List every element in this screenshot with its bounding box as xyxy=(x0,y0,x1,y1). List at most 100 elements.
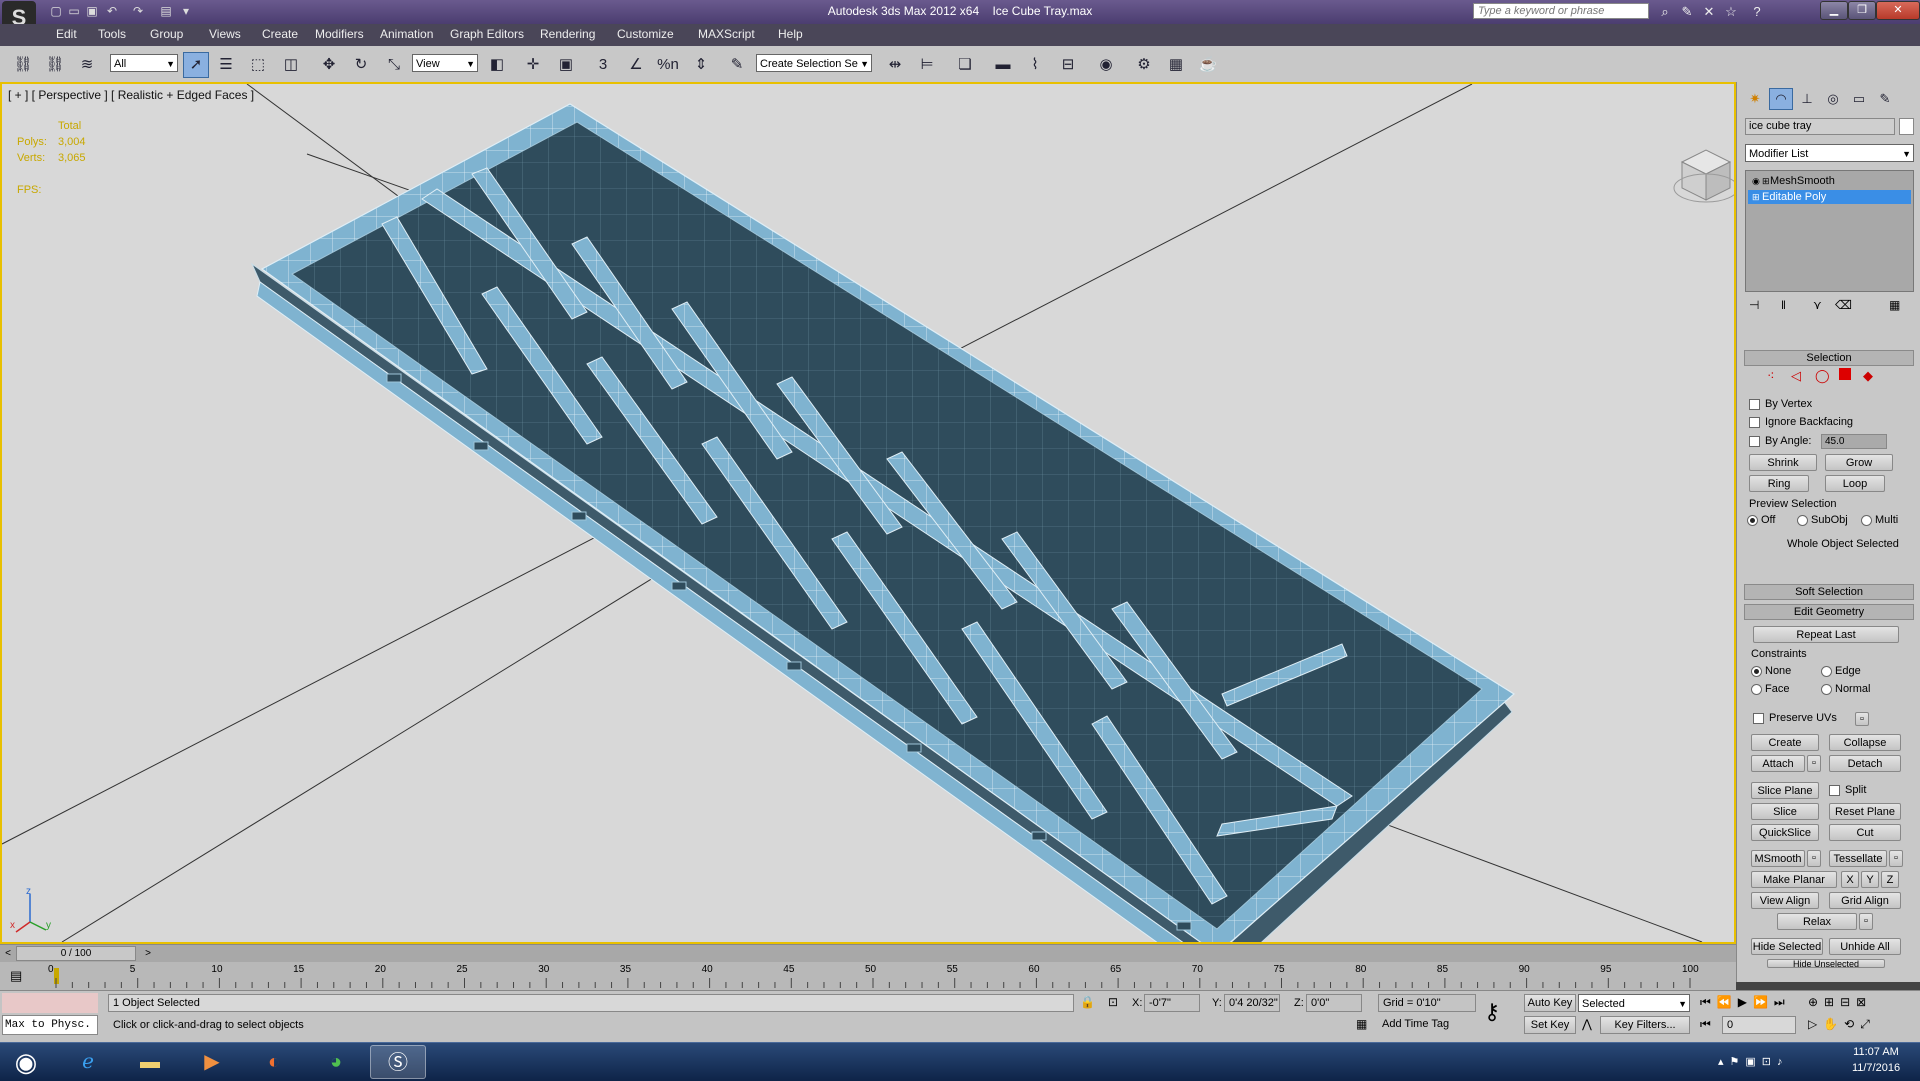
tessellate-button[interactable]: Tessellate xyxy=(1829,850,1887,867)
utilities-tab-icon[interactable]: ✎ xyxy=(1873,88,1897,110)
viewport-label[interactable]: [ + ] [ Perspective ] [ Realistic + Edge… xyxy=(8,88,254,102)
polygon-subobject-icon[interactable] xyxy=(1839,368,1851,380)
create-button[interactable]: Create xyxy=(1751,734,1819,751)
motion-tab-icon[interactable]: ◎ xyxy=(1821,88,1845,110)
menu-views[interactable]: Views xyxy=(209,27,241,41)
add-time-tag-label[interactable]: Add Time Tag xyxy=(1382,1018,1449,1030)
preview-multi-radio[interactable] xyxy=(1861,515,1872,526)
cut-button[interactable]: Cut xyxy=(1829,824,1901,841)
curve-editor-icon[interactable]: ⌇ xyxy=(1022,52,1048,78)
project-folder-icon[interactable]: ▤ xyxy=(158,3,174,19)
edit-geometry-rollout-header[interactable]: Edit Geometry xyxy=(1744,604,1914,620)
constraint-edge-radio[interactable] xyxy=(1821,666,1832,677)
modify-tab-icon[interactable]: ◠ xyxy=(1769,88,1793,110)
tessellate-settings-button[interactable]: ▫ xyxy=(1889,850,1903,867)
align-icon[interactable]: ⊨ xyxy=(914,52,940,78)
viewport-nav-controls-top[interactable]: ⊕⊞⊟⊠ xyxy=(1808,995,1872,1009)
preserve-uvs-checkbox[interactable] xyxy=(1753,713,1764,724)
constraint-face-radio[interactable] xyxy=(1751,684,1762,695)
vertex-subobject-icon[interactable]: ⁖ xyxy=(1767,368,1775,384)
by-vertex-checkbox[interactable] xyxy=(1749,399,1760,410)
mirror-icon[interactable]: ⇹ xyxy=(882,52,908,78)
maximize-button[interactable]: ❐ xyxy=(1848,1,1876,20)
expand-plus-icon[interactable]: ⊞ xyxy=(1752,190,1760,204)
open-file-icon[interactable]: ▭ xyxy=(66,3,82,19)
key-filter-icon[interactable]: ⋀ xyxy=(1582,1017,1592,1031)
select-and-link-icon[interactable]: ⛓ xyxy=(10,52,36,78)
redo-icon[interactable]: ↷ xyxy=(130,3,146,19)
menu-edit[interactable]: Edit xyxy=(56,27,77,41)
x-coord-field[interactable]: -0'7" xyxy=(1144,994,1200,1012)
expand-plus-icon[interactable]: ⊞ xyxy=(1762,174,1770,188)
configure-modifier-sets-icon[interactable]: ▦ xyxy=(1889,298,1900,312)
menu-create[interactable]: Create xyxy=(262,27,298,41)
element-subobject-icon[interactable]: ◆ xyxy=(1863,368,1873,384)
system-tray-icons[interactable]: ▴⚑▣⊡♪ xyxy=(1718,1055,1789,1068)
select-by-name-icon[interactable]: ☰ xyxy=(213,52,239,78)
undo-icon[interactable]: ↶ xyxy=(104,3,120,19)
show-end-result-icon[interactable]: ‖ xyxy=(1781,298,1786,312)
preview-off-radio[interactable] xyxy=(1747,515,1758,526)
playback-controls[interactable]: ⏮⏪▶⏩⏭ xyxy=(1700,995,1791,1010)
3dsmax-taskbar-icon[interactable]: Ⓢ xyxy=(370,1045,426,1079)
constraint-normal-radio[interactable] xyxy=(1821,684,1832,695)
unlink-selection-icon[interactable]: ⛓ xyxy=(42,52,68,78)
constraint-none-radio[interactable] xyxy=(1751,666,1762,677)
pin-stack-icon[interactable]: ⊣ xyxy=(1749,298,1759,312)
menu-animation[interactable]: Animation xyxy=(380,27,433,41)
modifier-list-dropdown[interactable]: Modifier List ▼ xyxy=(1745,144,1914,162)
collapse-button[interactable]: Collapse xyxy=(1829,734,1901,751)
view-align-button[interactable]: View Align xyxy=(1751,892,1819,909)
menu-modifiers[interactable]: Modifiers xyxy=(315,27,364,41)
y-coord-field[interactable]: 0'4 20/32" xyxy=(1224,994,1280,1012)
menu-help[interactable]: Help xyxy=(778,27,803,41)
render-production-icon[interactable]: ☕ xyxy=(1195,52,1221,78)
render-setup-icon[interactable]: ⚙ xyxy=(1131,52,1157,78)
file-explorer-icon[interactable]: ▬ xyxy=(122,1045,178,1079)
repeat-last-button[interactable]: Repeat Last xyxy=(1753,626,1899,643)
clock-date[interactable]: 11/7/2016 xyxy=(1838,1062,1914,1074)
display-tab-icon[interactable]: ▭ xyxy=(1847,88,1871,110)
stack-item-meshsmooth[interactable]: ◉ ⊞ MeshSmooth xyxy=(1748,174,1911,188)
time-slider-thumb[interactable]: 0 / 100 xyxy=(16,946,136,961)
maxscript-listener-top[interactable] xyxy=(2,993,98,1013)
angle-snap-icon[interactable]: ∠ xyxy=(623,52,649,78)
preview-subobj-radio[interactable] xyxy=(1797,515,1808,526)
communication-center-icon[interactable]: ✎ xyxy=(1678,3,1696,21)
schematic-view-icon[interactable]: ⊟ xyxy=(1055,52,1081,78)
named-selection-dropdown[interactable]: Create Selection Se ▼ xyxy=(756,54,872,72)
menu-group[interactable]: Group xyxy=(150,27,183,41)
menu-graph-editors[interactable]: Graph Editors xyxy=(450,27,524,41)
attach-list-button[interactable]: ▫ xyxy=(1807,755,1821,772)
time-tag-icon[interactable]: ▦ xyxy=(1356,1017,1367,1031)
slice-plane-button[interactable]: Slice Plane xyxy=(1751,782,1819,799)
make-unique-icon[interactable]: ⋎ xyxy=(1813,298,1822,312)
help-icon[interactable]: ? xyxy=(1748,3,1766,21)
minimize-button[interactable]: ▁ xyxy=(1820,1,1848,20)
msmooth-settings-button[interactable]: ▫ xyxy=(1807,850,1821,867)
detach-button[interactable]: Detach xyxy=(1829,755,1901,772)
hide-unselected-button[interactable]: Hide Unselected xyxy=(1767,959,1885,968)
loop-button[interactable]: Loop xyxy=(1825,475,1885,492)
grid-align-button[interactable]: Grid Align xyxy=(1829,892,1901,909)
edit-named-selection-icon[interactable]: ✎ xyxy=(724,52,750,78)
firefox-icon[interactable]: ◐ xyxy=(246,1045,302,1079)
selection-rollout-header[interactable]: Selection xyxy=(1744,350,1914,366)
menu-rendering[interactable]: Rendering xyxy=(540,27,595,41)
tools-icon[interactable]: ✕ xyxy=(1700,3,1718,21)
chrome-icon[interactable]: ◕ xyxy=(308,1045,364,1079)
auto-key-button[interactable]: Auto Key xyxy=(1524,994,1576,1012)
reference-coordinate-dropdown[interactable]: View ▼ xyxy=(412,54,478,72)
msmooth-button[interactable]: MSmooth xyxy=(1751,850,1805,867)
select-object-icon[interactable]: ➚ xyxy=(183,52,209,78)
time-slider[interactable]: < 0 / 100 > xyxy=(0,944,1736,963)
save-file-icon[interactable]: ▣ xyxy=(84,3,100,19)
menu-tools[interactable]: Tools xyxy=(98,27,126,41)
lock-selection-icon[interactable]: 🔒 xyxy=(1080,995,1095,1009)
select-and-rotate-icon[interactable]: ↻ xyxy=(348,52,374,78)
select-and-scale-icon[interactable]: ⤡ xyxy=(381,52,407,78)
relax-button[interactable]: Relax xyxy=(1777,913,1857,930)
keyboard-shortcut-override-icon[interactable]: ▣ xyxy=(553,52,579,78)
planar-x-button[interactable]: X xyxy=(1841,871,1859,888)
attach-button[interactable]: Attach xyxy=(1751,755,1805,772)
